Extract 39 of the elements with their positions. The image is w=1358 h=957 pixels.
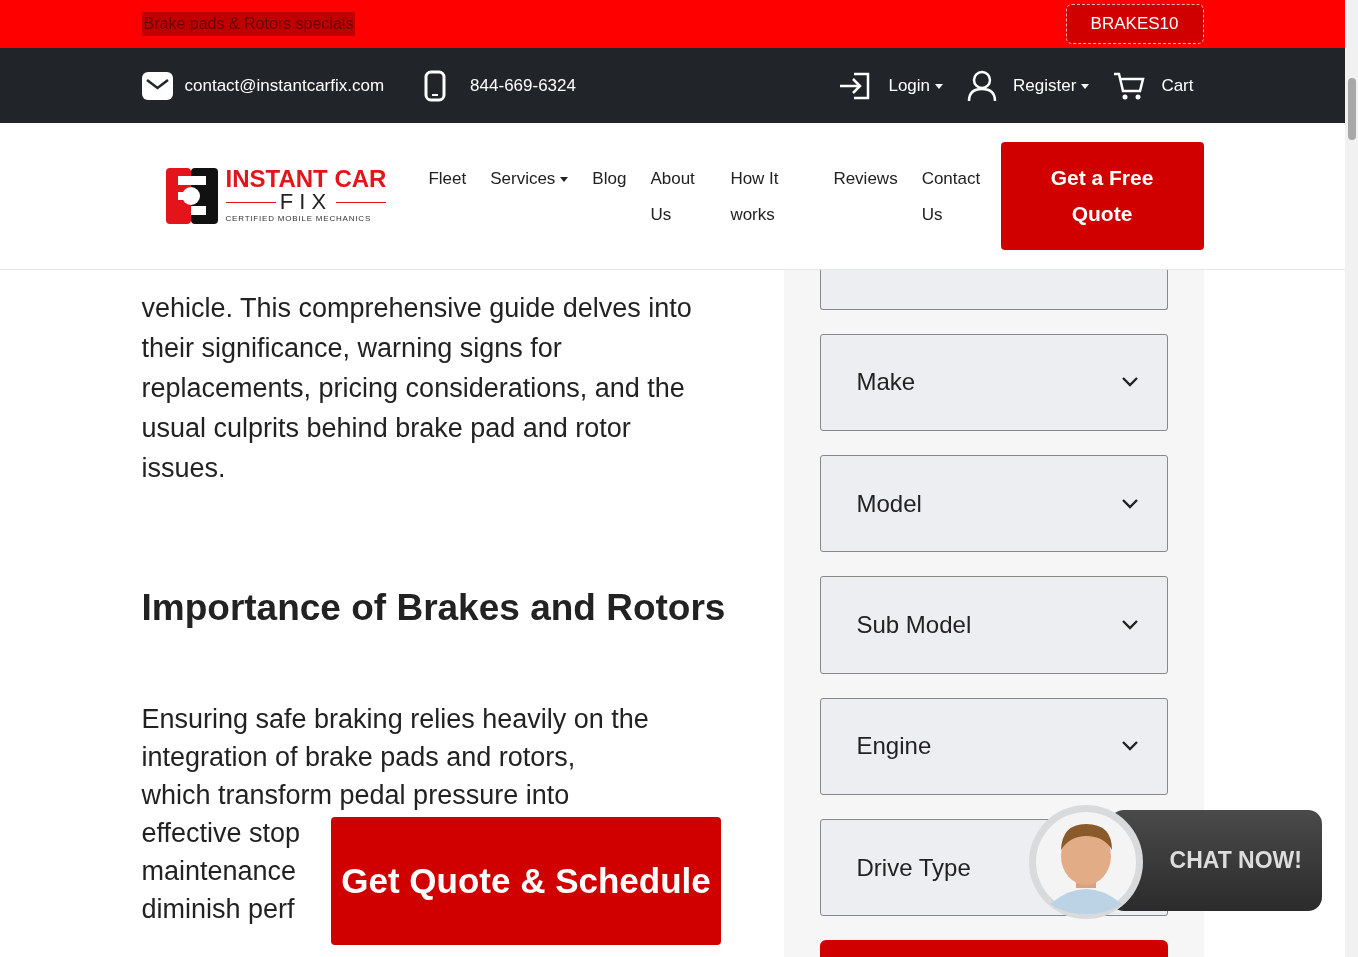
nav-link[interactable]: Reviews xyxy=(821,161,910,197)
nav-link[interactable]: Services xyxy=(478,161,581,197)
coupon-code-button[interactable]: BRAKES10 xyxy=(1065,4,1204,44)
account-dropdown[interactable]: Register xyxy=(1013,72,1090,99)
chevron-icon xyxy=(1120,497,1139,510)
free-quote-button[interactable]: Get a Free Quote xyxy=(1000,142,1204,250)
paragraph-line: effective stop xyxy=(141,817,301,851)
paragraph-line: integration of brake pads and rotors, xyxy=(141,741,576,775)
paragraph-line: which transform pedal pressure into xyxy=(141,779,570,813)
chevron-icon xyxy=(1120,740,1139,753)
nav-link[interactable]: Contact Us xyxy=(909,161,987,233)
select-field[interactable]: Sub Model xyxy=(819,576,1168,674)
paragraph-line: diminish perf xyxy=(141,893,295,927)
user-icon xyxy=(967,69,998,102)
cart-icon xyxy=(1113,70,1146,101)
logo[interactable]: INSTANT CAR FIX CERTIFIED MOBILE MECHANICS xyxy=(165,167,387,225)
select-field[interactable]: Model xyxy=(819,455,1168,553)
nav-link[interactable]: How It works xyxy=(718,161,822,233)
nav-link[interactable]: About Us xyxy=(638,161,719,233)
chevron-icon xyxy=(1120,376,1139,389)
scrollbar[interactable] xyxy=(1345,0,1358,957)
promo-text: Brake pads & Rotors specials xyxy=(141,12,356,36)
select-field[interactable] xyxy=(819,270,1168,310)
quote-schedule-button[interactable]: Get Quote & Schedule xyxy=(331,817,721,945)
cart-link[interactable]: Cart xyxy=(1161,72,1194,99)
article-paragraph: vehicle. This comprehensive guide delves into their significance, warning signs for replacements, pricing considerations, and the usual culprits behind brake pad and rotor issues. xyxy=(141,292,693,485)
account-dropdown[interactable]: Login xyxy=(888,72,944,99)
paragraph-line: Ensuring safe braking relies heavily on the xyxy=(141,703,649,737)
envelope-icon xyxy=(141,71,173,100)
select-field[interactable]: Make xyxy=(819,333,1168,431)
select-field[interactable]: Engine xyxy=(819,697,1168,795)
nav-link[interactable]: Blog xyxy=(580,161,639,197)
section-heading: Importance of Brakes and Rotors xyxy=(141,586,727,630)
paragraph-line: maintenance xyxy=(141,855,297,889)
nav-link[interactable]: Fleet xyxy=(416,161,479,197)
email-link[interactable]: contact@instantcarfix.com xyxy=(184,72,385,99)
chevron-icon xyxy=(1120,618,1139,631)
phone-icon xyxy=(424,69,447,102)
phone-link[interactable]: 844-669-6324 xyxy=(470,72,576,99)
